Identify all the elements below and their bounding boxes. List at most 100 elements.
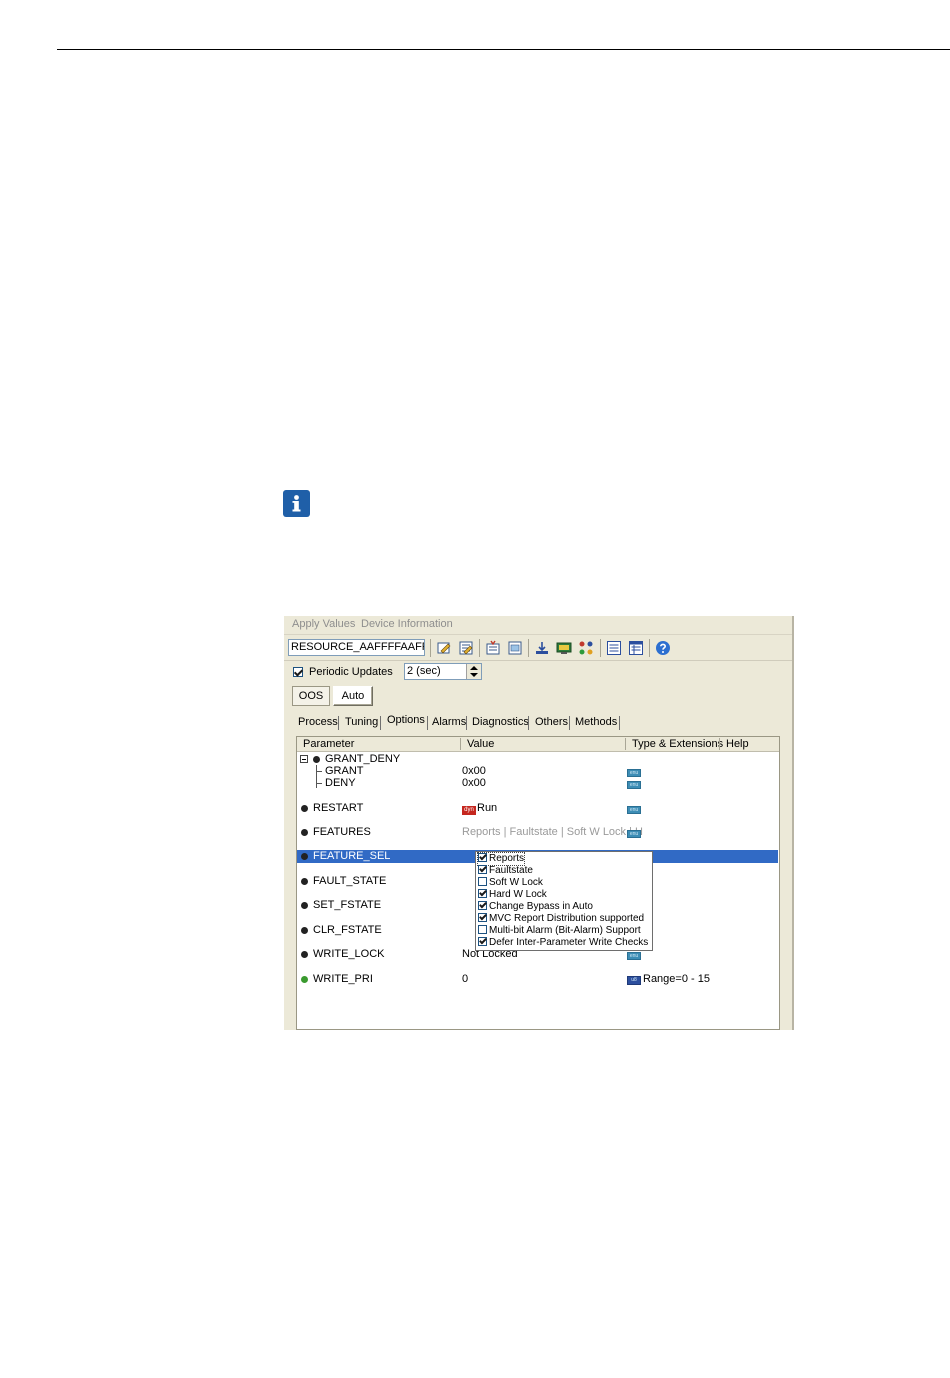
toolbar-separator <box>430 639 431 657</box>
menu-bar: Apply Values Device Information <box>284 616 792 635</box>
grid-header: Parameter Value Type & Extensions Help <box>297 737 779 752</box>
parameter-name: SET_FSTATE <box>313 899 382 911</box>
enum-type-icon: enu <box>627 769 641 777</box>
tab-process[interactable]: Process <box>298 716 338 728</box>
feature-option-soft-w-lock[interactable]: Soft W Lock <box>478 877 543 889</box>
parameter-name: CLR_FSTATE <box>313 924 382 936</box>
parameter-bullet-icon <box>301 829 308 836</box>
feature-option-multi-bit-alarm[interactable]: Multi-bit Alarm (Bit-Alarm) Support <box>478 925 641 937</box>
parameter-bullet-icon <box>301 951 308 958</box>
table-row[interactable]: WRITE_PRI 0 u8 Range=0 - 15 <box>297 973 779 986</box>
option-checkbox[interactable] <box>478 925 487 934</box>
parameter-bullet-icon <box>301 902 308 909</box>
parameter-name: GRANT <box>325 765 364 777</box>
tab-methods[interactable]: Methods <box>575 716 617 728</box>
feature-option-faultstate[interactable]: Faultstate <box>478 865 533 877</box>
auto-mode-button[interactable]: Auto <box>333 686 373 706</box>
tab-separator <box>569 716 570 730</box>
option-checkbox[interactable] <box>478 853 487 862</box>
option-label: Reports <box>489 853 525 864</box>
column-header-value[interactable]: Value <box>467 738 494 750</box>
tab-separator <box>528 716 529 730</box>
parameter-bullet-icon <box>301 927 308 934</box>
periodic-updates-row: Periodic Updates 2 (sec) <box>284 662 792 684</box>
parameter-bullet-icon <box>301 976 308 983</box>
column-separator[interactable] <box>719 738 720 750</box>
parameter-value[interactable]: dyn Run <box>462 802 497 815</box>
parameter-value[interactable]: 0 <box>462 973 468 985</box>
enum-type-icon: enu <box>627 830 641 838</box>
list-view-icon[interactable] <box>606 640 623 656</box>
tab-separator <box>380 716 381 730</box>
monitor-icon[interactable] <box>556 640 573 656</box>
update-interval-value: 2 (sec) <box>407 665 441 677</box>
table-row[interactable]: RESTART dyn Run enu <box>297 802 779 815</box>
interval-spinner[interactable] <box>466 664 481 679</box>
parameter-name: DENY <box>325 777 356 789</box>
option-checkbox[interactable] <box>478 901 487 910</box>
parameter-bullet-icon <box>301 853 308 860</box>
edit-all-icon[interactable] <box>458 640 475 656</box>
option-label: Defer Inter-Parameter Write Checks <box>489 937 649 948</box>
menu-apply-values[interactable]: Apply Values <box>292 618 355 630</box>
tab-options[interactable]: Options <box>387 714 425 726</box>
option-checkbox[interactable] <box>478 889 487 898</box>
block-selector[interactable]: RESOURCE_AAFFFFAAFFF ( <box>288 639 425 656</box>
column-header-type-extensions[interactable]: Type & Extensions <box>632 738 723 750</box>
help-icon[interactable] <box>655 640 672 656</box>
collapse-toggle-icon[interactable] <box>300 755 308 763</box>
option-label: Change Bypass in Auto <box>489 901 593 912</box>
write-block-icon[interactable] <box>507 640 524 656</box>
edit-icon[interactable] <box>436 640 453 656</box>
tab-separator <box>427 716 428 730</box>
toolbar-separator <box>649 639 650 657</box>
trend-icon[interactable] <box>578 640 595 656</box>
column-header-parameter[interactable]: Parameter <box>303 738 354 750</box>
option-checkbox[interactable] <box>478 937 487 946</box>
parameter-name: WRITE_LOCK <box>313 948 385 960</box>
feature-option-hard-w-lock[interactable]: Hard W Lock <box>478 889 547 901</box>
parameter-value: Reports | Faultstate | Soft W Lock | H <box>462 826 643 838</box>
option-label: Faultstate <box>489 865 533 876</box>
read-block-icon[interactable] <box>485 640 502 656</box>
tab-tuning[interactable]: Tuning <box>345 716 378 728</box>
update-interval-field[interactable]: 2 (sec) <box>404 663 482 680</box>
menu-device-information[interactable]: Device Information <box>361 618 453 630</box>
option-label: Soft W Lock <box>489 877 543 888</box>
periodic-updates-label: Periodic Updates <box>309 666 393 678</box>
parameter-value[interactable]: 0x00 <box>462 777 486 789</box>
feature-option-reports[interactable]: Reports <box>476 852 526 866</box>
toolbar: RESOURCE_AAFFFFAAFFF ( <box>284 636 792 661</box>
feature-option-mvc-report[interactable]: MVC Report Distribution supported <box>478 913 644 925</box>
periodic-updates-checkbox[interactable] <box>293 667 303 677</box>
dynamic-tag-icon: dyn <box>462 806 476 815</box>
option-checkbox[interactable] <box>478 877 487 886</box>
parameter-name: FEATURES <box>313 826 371 838</box>
block-parameter-window: Apply Values Device Information RESOURCE… <box>284 616 794 1030</box>
parameter-range: Range=0 - 15 <box>643 973 710 985</box>
download-icon[interactable] <box>534 640 551 656</box>
oos-mode-button[interactable]: OOS <box>292 686 330 706</box>
feature-option-change-bypass[interactable]: Change Bypass in Auto <box>478 901 593 913</box>
column-header-help[interactable]: Help <box>726 738 749 750</box>
tab-separator <box>338 716 339 730</box>
parameter-name: GRANT_DENY <box>325 753 401 765</box>
parameter-value[interactable]: 0x00 <box>462 765 486 777</box>
table-view-icon[interactable] <box>628 640 645 656</box>
enum-type-icon: enu <box>627 952 641 960</box>
column-separator[interactable] <box>625 738 626 750</box>
column-separator[interactable] <box>460 738 461 750</box>
tab-alarms[interactable]: Alarms <box>432 716 466 728</box>
option-checkbox[interactable] <box>478 913 487 922</box>
table-row[interactable]: DENY 0x00 enu <box>297 777 779 790</box>
tab-diagnostics[interactable]: Diagnostics <box>472 716 529 728</box>
option-label: Multi-bit Alarm (Bit-Alarm) Support <box>489 925 641 936</box>
feature-option-defer-write-checks[interactable]: Defer Inter-Parameter Write Checks <box>478 937 648 949</box>
parameter-bullet-icon <box>313 756 320 763</box>
feature-sel-dropdown[interactable]: Reports Faultstate Soft W Lock Hard W Lo… <box>475 851 653 951</box>
enum-type-icon: enu <box>627 806 641 814</box>
table-row[interactable]: FEATURES Reports | Faultstate | Soft W L… <box>297 826 779 839</box>
tab-others[interactable]: Others <box>535 716 568 728</box>
tab-separator <box>466 716 467 730</box>
option-checkbox[interactable] <box>478 865 487 874</box>
